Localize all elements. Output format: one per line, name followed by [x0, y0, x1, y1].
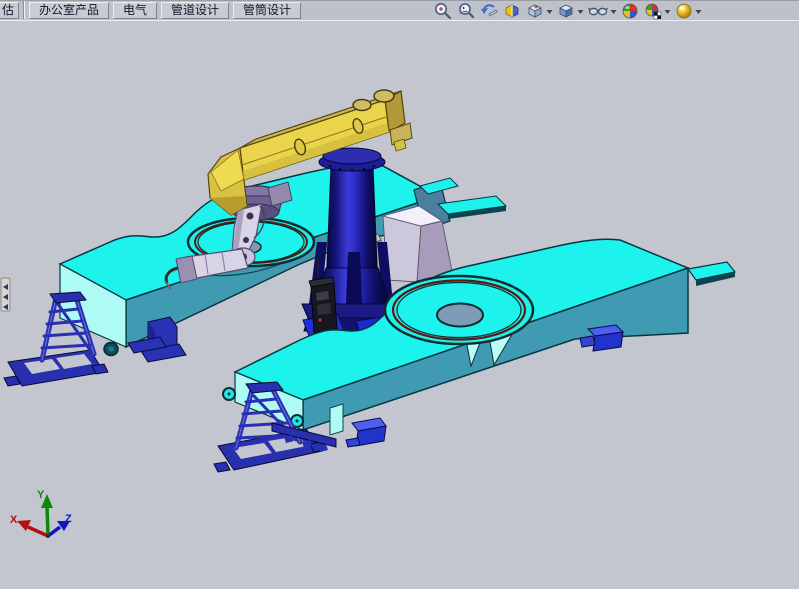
zoom-to-area-icon: [456, 1, 476, 21]
previous-view-icon: [479, 1, 499, 21]
tab-piping-design[interactable]: 管道设计: [161, 2, 229, 19]
view-orientation-button[interactable]: [525, 1, 553, 21]
dropdown-caret-icon: [577, 1, 584, 21]
dropdown-caret-icon: [664, 1, 671, 21]
tab-electrical[interactable]: 电气: [113, 2, 157, 19]
section-view-button[interactable]: [502, 1, 522, 21]
edit-appearance-button[interactable]: [620, 1, 640, 21]
y-axis-label: Y: [37, 489, 45, 501]
view-settings-icon: [674, 1, 694, 21]
heads-up-toolbar: [433, 0, 702, 21]
hide-show-items-button[interactable]: [587, 1, 617, 21]
apply-scene-icon: [643, 1, 663, 21]
dropdown-caret-icon: [546, 1, 553, 21]
display-style-icon: [556, 1, 576, 21]
appearance-ball-icon: [620, 1, 640, 21]
tab-tubing-design[interactable]: 管筒设计: [233, 2, 301, 19]
dropdown-caret-icon: [695, 1, 702, 21]
tab-separator: [23, 1, 25, 19]
zoom-to-fit-button[interactable]: [433, 1, 453, 21]
zoom-to-fit-icon: [433, 1, 453, 21]
z-axis-label: Z: [65, 513, 72, 525]
tab-office-products[interactable]: 办公室产品: [29, 2, 109, 19]
graphics-viewport[interactable]: X Y Z: [0, 0, 799, 589]
orientation-triad[interactable]: X Y Z: [10, 489, 72, 538]
view-settings-button[interactable]: [674, 1, 702, 21]
support-block-mid[interactable]: [346, 418, 386, 447]
front-ring[interactable]: [385, 276, 533, 344]
panel-splitter-handle[interactable]: [1, 278, 10, 311]
apply-scene-button[interactable]: [643, 1, 671, 21]
dropdown-caret-icon: [610, 1, 617, 21]
previous-view-button[interactable]: [479, 1, 499, 21]
view-orientation-icon: [525, 1, 545, 21]
x-axis-label: X: [10, 514, 18, 526]
zoom-to-area-button[interactable]: [456, 1, 476, 21]
section-view-icon: [502, 1, 522, 21]
display-style-button[interactable]: [556, 1, 584, 21]
model-scene: X Y Z: [0, 0, 799, 589]
glasses-icon: [587, 1, 609, 21]
tab-evaluate-partial[interactable]: 估: [0, 2, 19, 19]
